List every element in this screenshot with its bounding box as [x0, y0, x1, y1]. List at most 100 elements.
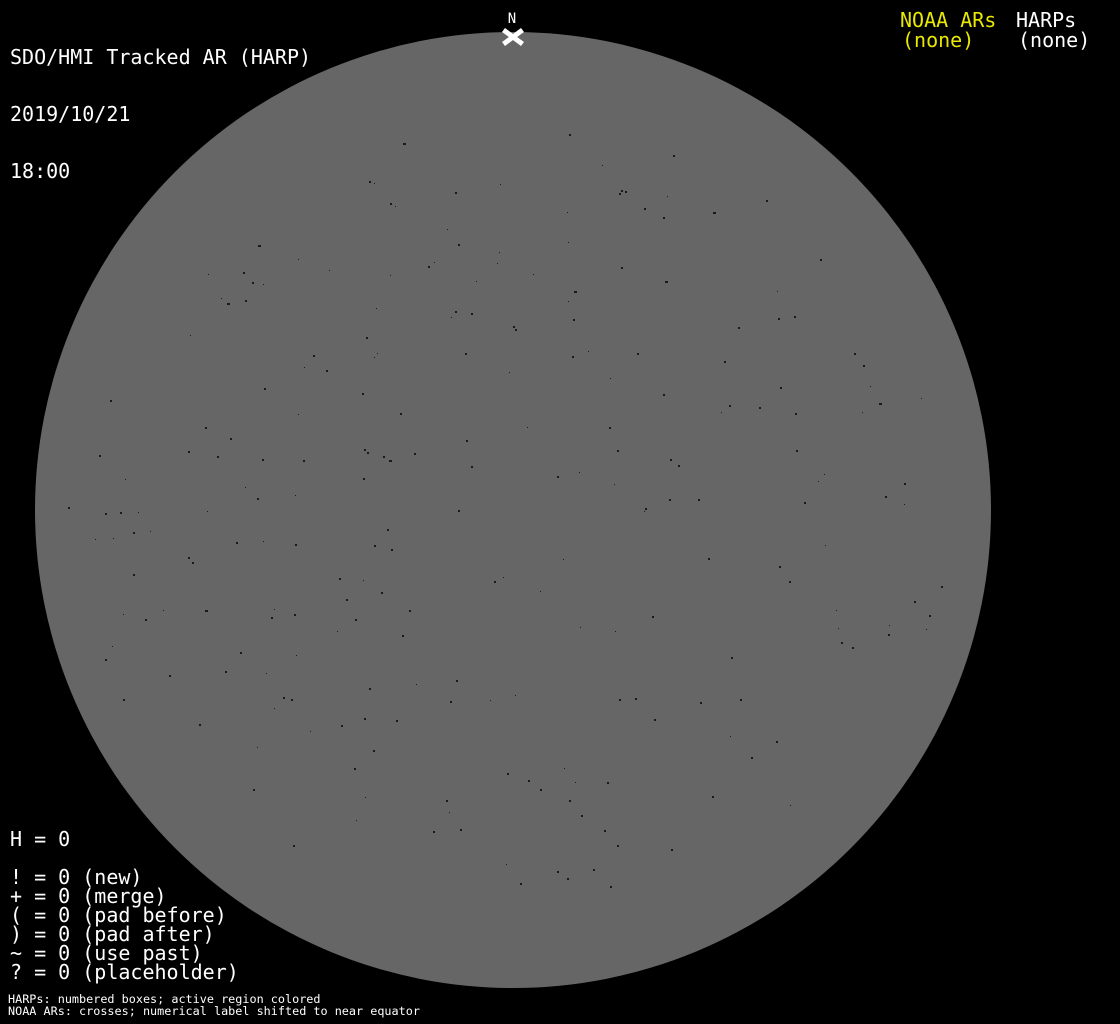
- magnetic-speck: [574, 290, 578, 293]
- magnetic-speck: [712, 795, 714, 798]
- magnetic-speck: [609, 377, 611, 379]
- magnetic-speck: [925, 628, 927, 630]
- magnetic-speck: [293, 844, 296, 847]
- magnetic-speck: [519, 882, 522, 885]
- magnetic-speck: [885, 496, 888, 499]
- magnetic-speck: [729, 736, 731, 738]
- magnetic-speck: [604, 829, 606, 832]
- magnetic-speck: [375, 308, 377, 310]
- magnetic-speck: [464, 352, 467, 355]
- magnetic-speck: [616, 449, 619, 452]
- magnetic-speck: [396, 720, 399, 723]
- magnetic-speck: [229, 437, 232, 440]
- magnetic-speck: [345, 598, 348, 601]
- magnetic-speck: [540, 789, 543, 792]
- magnetic-speck: [729, 404, 732, 407]
- magnetic-speck: [566, 212, 568, 214]
- magnetic-speck: [708, 557, 711, 560]
- magnetic-speck: [824, 473, 825, 475]
- magnetic-speck: [365, 337, 368, 340]
- magnetic-speck: [295, 655, 297, 657]
- magnetic-speck: [448, 811, 450, 813]
- magnetic-speck: [189, 334, 191, 336]
- magnetic-speck: [750, 757, 753, 760]
- magnetic-speck: [758, 406, 761, 409]
- magnetic-speck: [304, 366, 305, 368]
- magnetic-speck: [804, 501, 807, 504]
- magnetic-speck: [579, 471, 581, 473]
- magnetic-speck: [470, 465, 473, 468]
- magnetic-speck: [459, 829, 462, 832]
- magnetic-speck: [624, 190, 627, 193]
- magnetic-speck: [253, 788, 256, 791]
- magnetic-speck: [109, 400, 112, 403]
- magnetic-speck: [920, 398, 922, 400]
- magnetic-speck: [613, 484, 615, 486]
- magnetic-speck: [569, 799, 572, 802]
- legend: H = 0 ! = 0 (new) + = 0 (merge) ( = 0 (p…: [10, 827, 239, 984]
- magnetic-speck: [263, 283, 265, 285]
- magnetic-speck: [294, 614, 296, 616]
- magnetic-speck: [104, 658, 107, 661]
- magnetic-speck: [851, 647, 854, 650]
- magnetic-speck: [465, 439, 468, 442]
- magnetic-speck: [105, 513, 108, 516]
- magnetic-speck: [699, 701, 702, 704]
- magnetic-speck: [198, 724, 201, 727]
- magnetic-speck: [532, 274, 534, 276]
- magnetic-speck: [297, 259, 299, 260]
- magnetic-speck: [615, 631, 617, 633]
- magnetic-speck: [662, 217, 665, 220]
- magnetic-speck: [169, 675, 172, 678]
- magnetic-speck: [206, 511, 208, 513]
- magnetic-speck: [363, 448, 366, 451]
- footnotes: HARPs: numbered boxes; active region col…: [8, 993, 420, 1018]
- magnetic-speck: [390, 548, 393, 551]
- magnetic-speck: [204, 427, 207, 430]
- magnetic-speck: [476, 281, 477, 282]
- magnetic-speck: [120, 512, 123, 514]
- magnetic-speck: [339, 577, 342, 580]
- magnetic-speck: [940, 585, 943, 588]
- magnetic-speck: [374, 544, 377, 547]
- magnetic-speck: [788, 581, 791, 584]
- magnetic-speck: [446, 800, 449, 802]
- magnetic-speck: [739, 698, 742, 701]
- page-title: SDO/HMI Tracked AR (HARP): [10, 45, 312, 69]
- magnetic-speck: [540, 590, 541, 592]
- magnetic-speck: [470, 313, 473, 316]
- magnetic-speck: [493, 580, 496, 583]
- magnetic-speck: [221, 297, 222, 299]
- magnetic-speck: [556, 476, 559, 478]
- magnetic-speck: [145, 618, 148, 621]
- magnetic-speck: [216, 455, 219, 458]
- magnetic-speck: [362, 580, 364, 581]
- legend-line-placeholder: ? = 0 (placeholder): [10, 960, 239, 984]
- magnetic-speck: [610, 886, 612, 888]
- magnetic-speck: [450, 700, 453, 703]
- magnetic-speck: [187, 450, 190, 453]
- legend-line-h-count: H = 0: [10, 827, 71, 851]
- magnetic-speck: [572, 318, 575, 321]
- magnetic-speck: [270, 616, 273, 619]
- magnetic-speck: [207, 274, 209, 276]
- magnetic-speck: [356, 820, 357, 822]
- magnetic-speck: [297, 414, 299, 416]
- noaa-ars-label: NOAA ARs: [900, 8, 997, 32]
- magnetic-speck: [263, 540, 265, 542]
- magnetic-speck: [776, 740, 779, 743]
- magnetic-speck: [862, 365, 865, 368]
- magnetic-speck: [819, 259, 822, 261]
- magnetic-speck: [455, 192, 458, 195]
- magnetic-speck: [188, 557, 191, 560]
- magnetic-speck: [730, 657, 733, 660]
- magnetic-speck: [526, 426, 528, 428]
- magnetic-speck: [580, 814, 583, 817]
- magnetic-speck: [664, 280, 668, 283]
- magnetic-speck: [825, 544, 827, 546]
- north-label: N: [507, 11, 517, 27]
- magnetic-speck: [738, 327, 741, 329]
- magnetic-speck: [777, 317, 780, 320]
- magnetic-speck: [256, 497, 259, 500]
- magnetic-speck: [724, 360, 726, 363]
